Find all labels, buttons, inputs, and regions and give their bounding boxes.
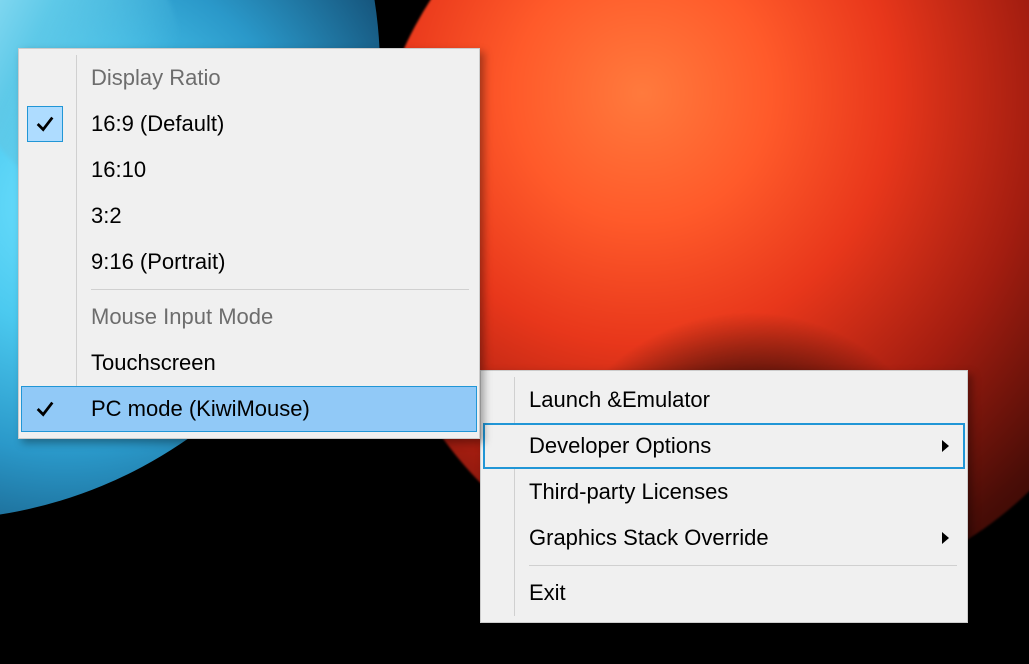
context-menu-main: Launch &Emulator Developer Options Third… xyxy=(480,370,968,623)
menu-item-launch-emulator[interactable]: Launch &Emulator xyxy=(483,377,965,423)
menu-item-mouse-pc-mode[interactable]: PC mode (KiwiMouse) xyxy=(21,386,477,432)
menu-separator xyxy=(529,565,957,566)
menu-item-graphics-stack-override[interactable]: Graphics Stack Override xyxy=(483,515,965,561)
menu-item-label: 16:9 (Default) xyxy=(91,111,224,136)
menu-item-ratio-3-2[interactable]: 3:2 xyxy=(21,193,477,239)
menu-item-ratio-9-16-portrait[interactable]: 9:16 (Portrait) xyxy=(21,239,477,285)
menu-header-label: Mouse Input Mode xyxy=(91,304,273,329)
menu-item-exit[interactable]: Exit xyxy=(483,570,965,616)
menu-item-label: 3:2 xyxy=(91,203,122,228)
menu-item-label: PC mode (KiwiMouse) xyxy=(91,396,310,421)
menu-item-label: Launch &Emulator xyxy=(529,387,710,412)
menu-item-ratio-16-10[interactable]: 16:10 xyxy=(21,147,477,193)
menu-item-developer-options[interactable]: Developer Options xyxy=(483,423,965,469)
menu-item-third-party-licenses[interactable]: Third-party Licenses xyxy=(483,469,965,515)
menu-item-label: Touchscreen xyxy=(91,350,216,375)
menu-section-header-mouse-input: Mouse Input Mode xyxy=(21,294,477,340)
menu-item-label: Graphics Stack Override xyxy=(529,525,769,550)
menu-item-label: Third-party Licenses xyxy=(529,479,728,504)
menu-item-ratio-16-9[interactable]: 16:9 (Default) xyxy=(21,101,477,147)
menu-header-label: Display Ratio xyxy=(91,65,221,90)
context-menu-developer-options: Display Ratio 16:9 (Default) 16:10 3:2 9… xyxy=(18,48,480,439)
menu-separator xyxy=(91,289,469,290)
menu-item-label: 16:10 xyxy=(91,157,146,182)
submenu-arrow-icon xyxy=(941,531,951,545)
menu-item-mouse-touchscreen[interactable]: Touchscreen xyxy=(21,340,477,386)
menu-item-label: 9:16 (Portrait) xyxy=(91,249,226,274)
menu-item-label: Developer Options xyxy=(529,433,711,458)
menu-item-label: Exit xyxy=(529,580,566,605)
menu-section-header-display-ratio: Display Ratio xyxy=(21,55,477,101)
checkmark-icon xyxy=(21,101,69,147)
checkmark-icon xyxy=(21,386,69,432)
submenu-arrow-icon xyxy=(941,439,951,453)
